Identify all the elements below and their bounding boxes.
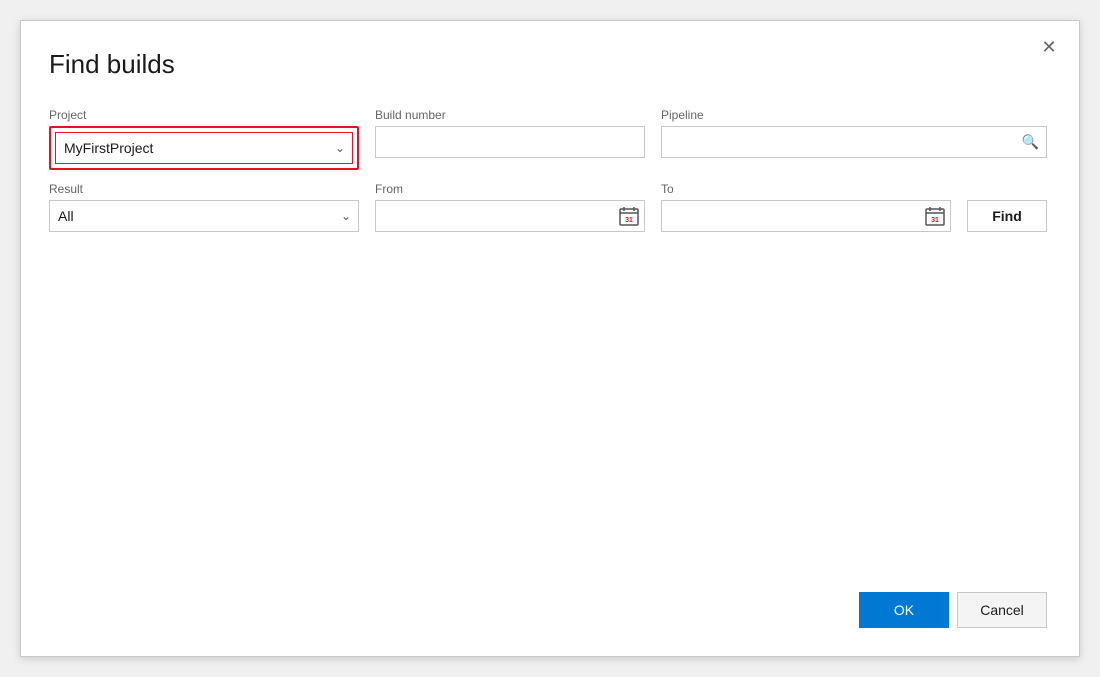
from-field-group: From 31 — [375, 182, 645, 232]
project-field-group: Project MyFirstProject ⌄ — [49, 108, 359, 170]
second-form-row: Result All ⌄ From 31 — [49, 182, 1047, 232]
find-button[interactable]: Find — [967, 200, 1047, 232]
svg-text:31: 31 — [625, 217, 633, 224]
dialog-footer: OK Cancel — [859, 592, 1047, 628]
find-builds-dialog: ✕ Find builds Project MyFirstProject ⌄ B… — [20, 20, 1080, 657]
pipeline-field-group: Pipeline 🔍 — [661, 108, 1047, 158]
pipeline-input[interactable] — [661, 126, 1047, 158]
project-select[interactable]: MyFirstProject — [55, 132, 353, 164]
to-field-group: To 31 — [661, 182, 951, 232]
first-form-row: Project MyFirstProject ⌄ Build number Pi… — [49, 108, 1047, 170]
result-select-wrapper: All ⌄ — [49, 200, 359, 232]
result-field-group: Result All ⌄ — [49, 182, 359, 232]
cancel-button[interactable]: Cancel — [957, 592, 1047, 628]
to-date-wrapper: 31 — [661, 200, 951, 232]
to-date-input[interactable] — [661, 200, 951, 232]
result-select[interactable]: All — [49, 200, 359, 232]
from-label: From — [375, 182, 645, 196]
project-field-border: MyFirstProject ⌄ — [49, 126, 359, 170]
project-label: Project — [49, 108, 359, 122]
to-label: To — [661, 182, 951, 196]
result-label: Result — [49, 182, 359, 196]
from-date-wrapper: 31 — [375, 200, 645, 232]
from-date-input[interactable] — [375, 200, 645, 232]
build-number-field-group: Build number — [375, 108, 645, 158]
dialog-title: Find builds — [49, 49, 1047, 80]
pipeline-label: Pipeline — [661, 108, 1047, 122]
build-number-label: Build number — [375, 108, 645, 122]
build-number-input[interactable] — [375, 126, 645, 158]
ok-button[interactable]: OK — [859, 592, 949, 628]
from-calendar-icon[interactable]: 31 — [615, 202, 643, 230]
close-button[interactable]: ✕ — [1035, 33, 1063, 61]
project-select-wrapper: MyFirstProject ⌄ — [55, 132, 353, 164]
svg-text:31: 31 — [931, 217, 939, 224]
pipeline-input-wrapper: 🔍 — [661, 126, 1047, 158]
to-calendar-icon[interactable]: 31 — [921, 202, 949, 230]
